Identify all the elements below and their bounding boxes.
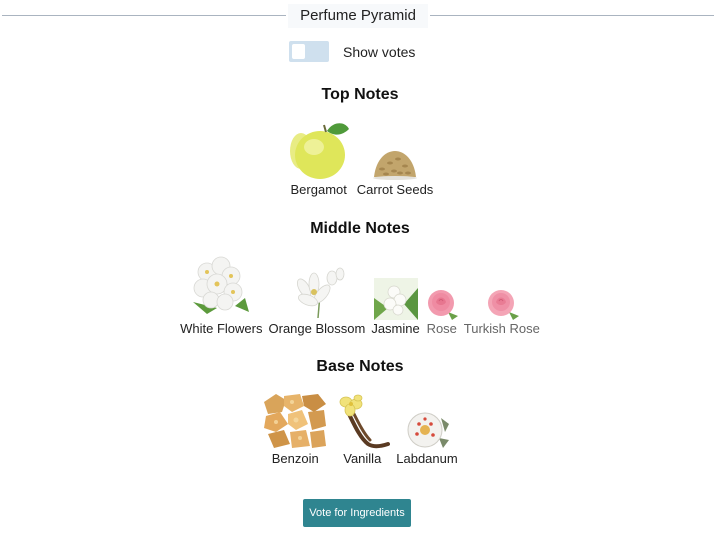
middle-notes-row: White Flowers Orange Blossom Jasmine Ros…: [0, 252, 720, 336]
divider-right: [430, 15, 714, 16]
rose-icon: [426, 288, 458, 320]
note-jasmine[interactable]: Jasmine: [371, 278, 420, 336]
note-label: Benzoin: [271, 451, 319, 466]
note-label: Turkish Rose: [463, 321, 540, 336]
base-notes-row: Benzoin Vanilla Labdanum: [0, 392, 720, 466]
note-carrot-seeds[interactable]: Carrot Seeds: [356, 139, 434, 197]
note-label: Carrot Seeds: [356, 182, 434, 197]
note-label: Jasmine: [371, 321, 420, 336]
note-label: Vanilla: [343, 451, 382, 466]
orange-blossom-icon: [288, 264, 346, 320]
note-labdanum[interactable]: Labdanum: [396, 410, 458, 466]
note-vanilla[interactable]: Vanilla: [334, 394, 391, 466]
base-notes-heading: Base Notes: [316, 358, 404, 375]
show-votes-toggle[interactable]: [289, 41, 329, 62]
labdanum-icon: [405, 410, 449, 450]
bergamot-icon: [287, 119, 351, 181]
vanilla-icon: [334, 394, 391, 450]
perfume-pyramid-panel: Perfume Pyramid Show votes Top Notes Ber…: [0, 0, 720, 534]
note-label: Labdanum: [396, 451, 458, 466]
note-turkish-rose[interactable]: Turkish Rose: [464, 288, 540, 336]
show-votes-label: Show votes: [343, 43, 416, 60]
turkish-rose-icon: [485, 288, 519, 320]
carrot-seeds-icon: [370, 139, 420, 181]
page-title: Perfume Pyramid: [288, 4, 428, 28]
note-bergamot[interactable]: Bergamot: [287, 119, 351, 197]
show-votes-row: Show votes: [289, 41, 415, 62]
divider-left: [2, 15, 286, 16]
jasmine-icon: [373, 278, 418, 320]
note-white-flowers[interactable]: White Flowers: [180, 252, 263, 336]
header: Perfume Pyramid: [0, 4, 720, 28]
note-benzoin[interactable]: Benzoin: [262, 392, 328, 466]
top-notes-row: Bergamot Carrot Seeds: [0, 119, 720, 197]
note-orange-blossom[interactable]: Orange Blossom: [268, 264, 366, 336]
white-flowers-icon: [187, 252, 255, 320]
note-label: Orange Blossom: [268, 321, 366, 336]
note-label: Bergamot: [290, 182, 347, 197]
toggle-knob[interactable]: [292, 44, 305, 59]
benzoin-icon: [262, 392, 328, 450]
middle-notes-heading: Middle Notes: [310, 220, 410, 237]
note-label: Rose: [426, 321, 457, 336]
vote-for-ingredients-button[interactable]: Vote for Ingredients: [303, 499, 411, 527]
note-rose[interactable]: Rose: [426, 288, 458, 336]
top-notes-heading: Top Notes: [321, 86, 399, 103]
note-label: White Flowers: [180, 321, 263, 336]
